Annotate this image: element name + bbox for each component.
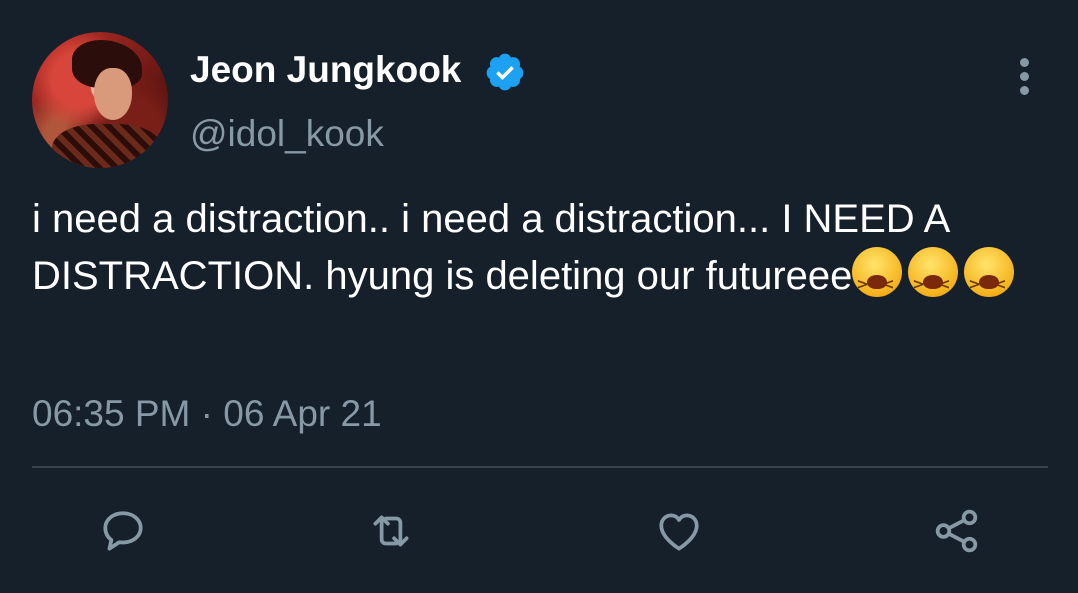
tired-face-emoji-icon: [908, 247, 959, 312]
tired-face-emoji-icon: [964, 247, 1015, 312]
avatar-face: [94, 68, 132, 120]
reply-button[interactable]: [98, 506, 148, 556]
dot: [1019, 72, 1029, 81]
dot: [1019, 58, 1029, 67]
share-icon: [935, 509, 978, 553]
tweet-timestamp[interactable]: 06:35 PM · 06 Apr 21: [32, 392, 382, 436]
share-button[interactable]: [932, 506, 982, 556]
author-handle[interactable]: @idol_kook: [190, 112, 384, 156]
tweet-text-block: i need a distraction.. i need a distract…: [32, 192, 1042, 312]
avatar[interactable]: [32, 32, 168, 168]
divider: [32, 466, 1048, 468]
heart-icon: [659, 513, 699, 551]
verified-badge-icon: [486, 53, 524, 91]
tweet-text: i need a distraction.. i need a distract…: [32, 197, 949, 298]
speech-bubble-icon: [103, 511, 143, 551]
author-display-name[interactable]: Jeon Jungkook: [190, 48, 461, 92]
retweet-icon: [373, 515, 409, 547]
dot: [1019, 86, 1029, 95]
tired-face-emoji-icon: [852, 247, 903, 312]
retweet-button[interactable]: [366, 506, 416, 556]
more-options-icon[interactable]: [1016, 58, 1032, 98]
avatar-shirt: [52, 124, 162, 168]
like-button[interactable]: [654, 506, 704, 556]
